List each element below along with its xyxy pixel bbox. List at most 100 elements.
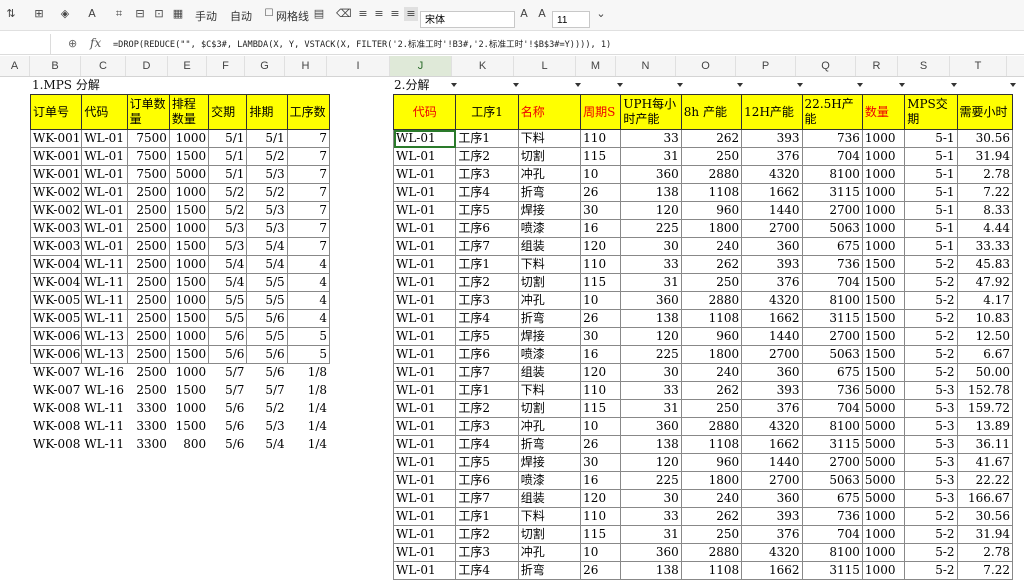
merge-icon[interactable]: ⊟ xyxy=(133,7,147,21)
column-header-D[interactable]: D xyxy=(126,56,168,76)
column-header-N[interactable]: N xyxy=(616,56,676,76)
decompose-cell[interactable]: 33 xyxy=(620,507,682,526)
mps-cell[interactable]: 5/3 xyxy=(247,418,287,436)
decompose-cell[interactable]: 2700 xyxy=(741,345,803,364)
decompose-cell[interactable]: 33 xyxy=(620,129,682,148)
column-header-O[interactable]: O xyxy=(676,56,736,76)
decompose-cell[interactable]: 2.78 xyxy=(956,543,1014,562)
decompose-cell[interactable]: 焊接 xyxy=(517,327,582,346)
decompose-cell[interactable]: WL-01 xyxy=(392,489,457,508)
decompose-cell[interactable]: 1108 xyxy=(680,561,743,580)
decompose-cell[interactable]: 736 xyxy=(801,255,863,274)
decompose-cell[interactable]: 4320 xyxy=(741,543,803,562)
mps-cell[interactable]: WK-005 xyxy=(29,291,83,310)
decompose-cell[interactable]: 360 xyxy=(620,417,682,436)
mps-cell[interactable]: 1/8 xyxy=(287,364,329,382)
mps-cell[interactable]: 3300 xyxy=(127,418,169,436)
decompose-cell[interactable]: 360 xyxy=(620,165,682,184)
mps-cell[interactable]: WL-13 xyxy=(81,345,128,364)
mps-cell[interactable]: 5 xyxy=(286,327,331,346)
decompose-cell[interactable]: 5-2 xyxy=(904,309,958,328)
mps-cell[interactable]: 1500 xyxy=(168,201,210,220)
decompose-cell[interactable]: 240 xyxy=(680,489,743,508)
decompose-header-cell[interactable]: 工序1 xyxy=(455,94,519,130)
filter-dropdown-icon[interactable] xyxy=(1010,83,1016,87)
mps-cell[interactable]: WK-005 xyxy=(29,309,83,328)
mps-cell[interactable]: 5/7 xyxy=(209,382,247,400)
decompose-cell[interactable]: 5-3 xyxy=(904,381,958,400)
mps-cell[interactable]: 5/6 xyxy=(209,436,247,454)
decompose-cell[interactable]: WL-01 xyxy=(392,453,457,472)
filter-dropdown-icon[interactable] xyxy=(451,83,457,87)
mps-cell[interactable]: 4 xyxy=(286,309,331,328)
decompose-cell[interactable]: 5-1 xyxy=(904,201,958,220)
mps-cell[interactable]: WL-11 xyxy=(81,291,128,310)
mps-cell[interactable]: 5/1 xyxy=(208,165,248,184)
decompose-cell[interactable]: 30 xyxy=(620,489,682,508)
decompose-cell[interactable]: 115 xyxy=(580,525,622,544)
mps-cell[interactable]: 7 xyxy=(286,237,331,256)
decompose-cell[interactable]: 26 xyxy=(580,435,622,454)
mps-cell[interactable]: 1500 xyxy=(168,237,210,256)
mps-cell[interactable]: 2500 xyxy=(126,291,170,310)
filter-dropdown-icon[interactable] xyxy=(899,83,905,87)
fill-color-icon[interactable]: ◈ xyxy=(58,7,72,21)
mps-cell[interactable]: 1000 xyxy=(168,291,210,310)
decompose-cell[interactable]: 下料 xyxy=(517,129,582,148)
decompose-cell[interactable]: 工序6 xyxy=(455,219,519,238)
mps-cell[interactable]: 4 xyxy=(286,291,331,310)
mps-cell[interactable]: 1000 xyxy=(168,219,210,238)
decompose-cell[interactable]: 1000 xyxy=(861,507,906,526)
decompose-cell[interactable]: 5063 xyxy=(801,345,863,364)
decompose-cell[interactable]: 1800 xyxy=(680,219,743,238)
filter-dropdown-icon[interactable] xyxy=(513,83,519,87)
decompose-cell[interactable]: 1662 xyxy=(741,183,803,202)
decompose-cell[interactable]: 1800 xyxy=(680,471,743,490)
decompose-cell[interactable]: 切割 xyxy=(517,147,582,166)
decompose-cell[interactable]: 1440 xyxy=(741,453,803,472)
decompose-cell[interactable]: 10 xyxy=(580,291,622,310)
mps-cell[interactable]: WL-11 xyxy=(81,255,128,274)
decompose-cell[interactable]: 冲孔 xyxy=(517,543,582,562)
align-left-icon[interactable]: ≡ xyxy=(356,7,370,21)
decompose-cell[interactable]: WL-01 xyxy=(392,273,457,292)
decompose-cell[interactable]: 6.67 xyxy=(956,345,1014,364)
sort-icon[interactable]: ⇅ xyxy=(4,7,18,21)
decompose-cell[interactable]: 13.89 xyxy=(956,417,1014,436)
decompose-cell[interactable]: 1440 xyxy=(741,327,803,346)
decompose-cell[interactable]: 2880 xyxy=(680,417,743,436)
mps-cell[interactable]: 2500 xyxy=(126,201,170,220)
mps-cell[interactable]: 1/8 xyxy=(287,382,329,400)
decompose-cell[interactable]: 2700 xyxy=(801,453,863,472)
column-header-C[interactable]: C xyxy=(81,56,126,76)
mps-cell[interactable]: WL-01 xyxy=(81,237,128,256)
decompose-cell[interactable]: 1000 xyxy=(861,147,906,166)
mps-cell[interactable]: WL-11 xyxy=(82,436,127,454)
decompose-cell[interactable]: 360 xyxy=(741,489,803,508)
decompose-header-cell[interactable]: UPH每小时产能 xyxy=(620,94,682,130)
decompose-cell[interactable]: 1000 xyxy=(861,561,906,580)
decompose-cell[interactable]: 折弯 xyxy=(517,309,582,328)
mps-cell[interactable]: 5/5 xyxy=(246,327,288,346)
mps-cell[interactable]: 5/6 xyxy=(208,345,248,364)
mps-cell[interactable]: WK-002 xyxy=(29,201,83,220)
decompose-cell[interactable]: 10.83 xyxy=(956,309,1014,328)
decompose-cell[interactable]: 31 xyxy=(620,399,682,418)
mps-cell[interactable]: 5/1 xyxy=(208,129,248,148)
decompose-cell[interactable]: 工序4 xyxy=(455,183,519,202)
decompose-cell[interactable]: 30.56 xyxy=(956,507,1014,526)
decompose-cell[interactable]: 5000 xyxy=(861,435,906,454)
decompose-cell[interactable]: 12.50 xyxy=(956,327,1014,346)
mps-cell[interactable]: 1000 xyxy=(168,183,210,202)
decompose-cell[interactable]: 5-2 xyxy=(904,561,958,580)
mps-cell[interactable]: WK-003 xyxy=(29,219,83,238)
decompose-cell[interactable]: 393 xyxy=(741,129,803,148)
mps-cell[interactable]: 5/3 xyxy=(246,201,288,220)
decompose-cell[interactable]: 250 xyxy=(680,147,743,166)
column-header-L[interactable]: L xyxy=(514,56,576,76)
mps-cell[interactable]: 5/2 xyxy=(246,147,288,166)
mps-cell[interactable]: 2500 xyxy=(126,345,170,364)
mps-cell[interactable]: 5/6 xyxy=(246,345,288,364)
decompose-cell[interactable]: 1000 xyxy=(861,201,906,220)
mps-header-cell[interactable]: 订单号 xyxy=(29,94,83,130)
